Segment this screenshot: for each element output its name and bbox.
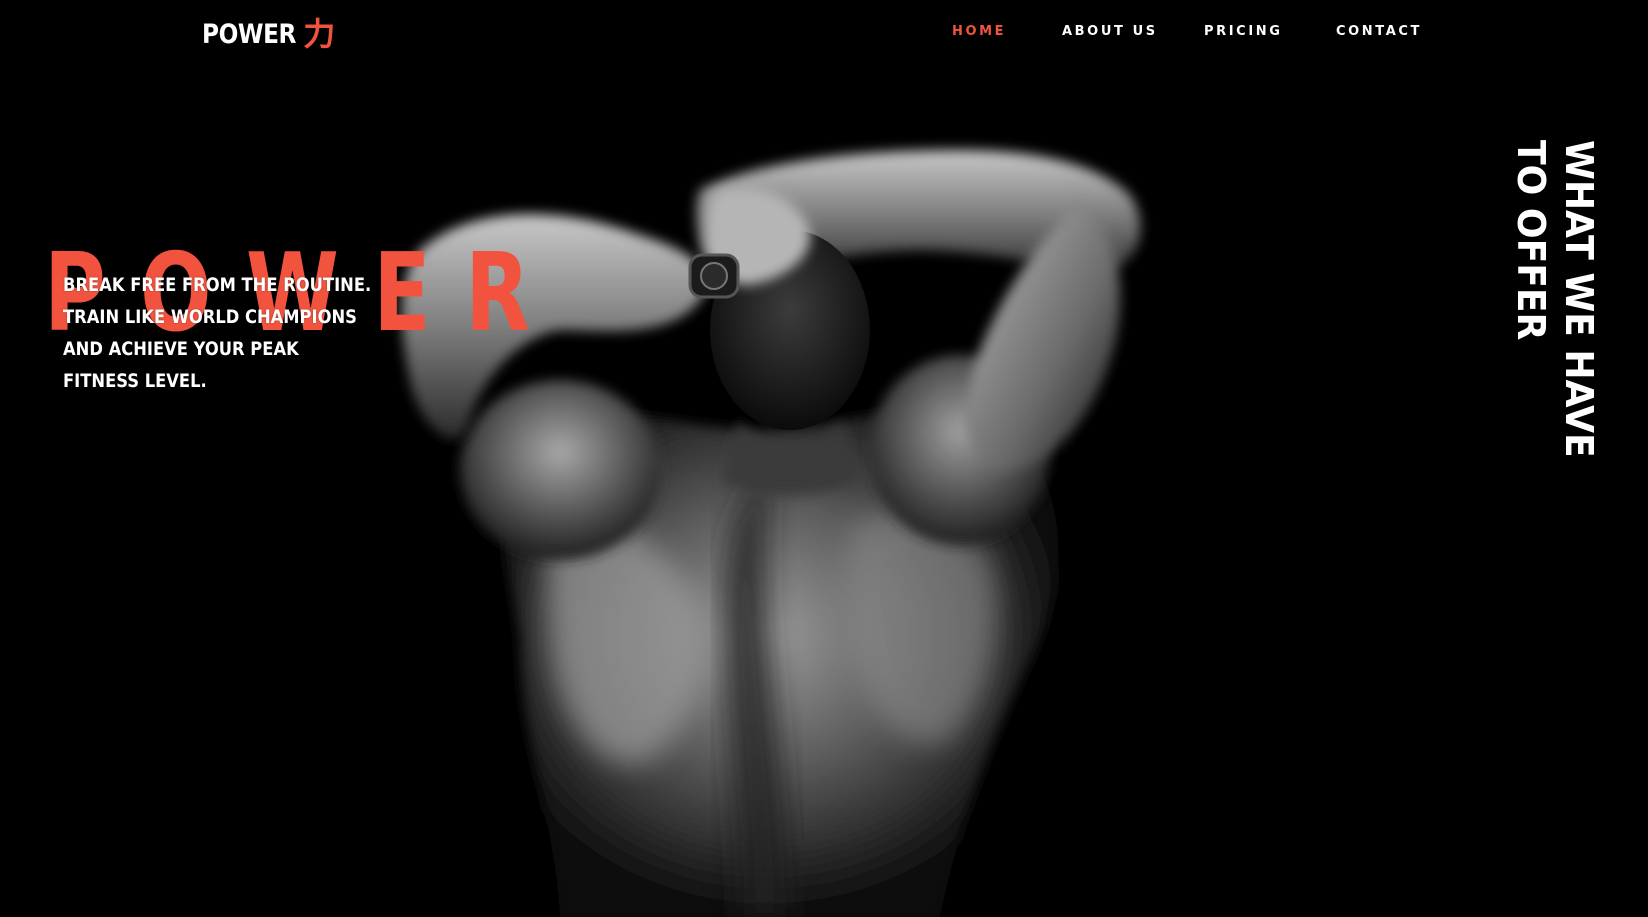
nav-pricing[interactable]: PRICING xyxy=(1204,24,1283,39)
landing-page: POWER 力 HOME ABOUT US PRICING CONTACT PO… xyxy=(0,0,1648,917)
nav-contact[interactable]: CONTACT xyxy=(1336,24,1422,39)
brand-kanji: 力 xyxy=(303,15,336,53)
nav-home[interactable]: HOME xyxy=(952,24,1006,39)
section-heading-what-we-offer: WHAT WE HAVE TO OFFER xyxy=(1508,140,1628,458)
brand-name: POWER xyxy=(202,18,296,50)
hero-tagline: BREAK FREE FROM THE ROUTINE. TRAIN LIKE … xyxy=(63,274,372,392)
side-heading-line-1: WHAT WE HAVE xyxy=(1557,140,1601,458)
side-heading-line-2: TO OFFER xyxy=(1509,140,1553,341)
hero-image xyxy=(0,0,1648,917)
nav-about-us[interactable]: ABOUT US xyxy=(1062,24,1158,39)
brand-logo[interactable]: POWER 力 xyxy=(202,14,335,54)
